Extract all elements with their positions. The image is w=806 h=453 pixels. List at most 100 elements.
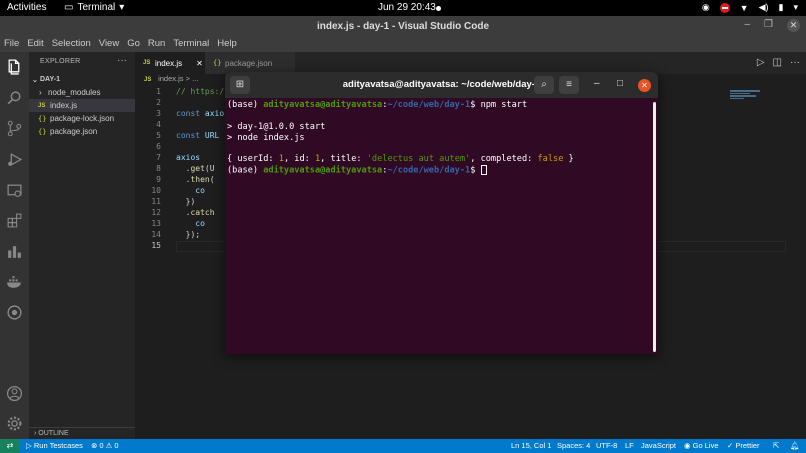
go-live-button[interactable]: ◉ Go Live — [684, 441, 719, 450]
settings-sync-icon[interactable] — [6, 304, 23, 321]
more-actions-icon[interactable]: ··· — [117, 55, 127, 66]
gear-icon[interactable] — [6, 415, 23, 432]
source-control-icon[interactable] — [6, 120, 23, 137]
system-tray[interactable]: ◉ ▼ ◀) ▮ ▾ — [702, 2, 798, 13]
line-number: 15 — [151, 241, 161, 250]
line-number: 2 — [156, 98, 161, 107]
line-ending[interactable]: LF — [625, 441, 634, 450]
minimize-button[interactable]: – — [744, 19, 750, 32]
prompt-env: (base) — [227, 100, 264, 110]
outline-section[interactable]: › OUTLINE — [29, 427, 135, 439]
menu-file[interactable]: File — [4, 38, 19, 52]
problems-indicator[interactable]: ⊗ 0 ⚠ 0 — [91, 441, 119, 450]
search-icon[interactable] — [6, 90, 23, 107]
clock[interactable]: Jun 29 20:43 — [378, 2, 436, 13]
code-line: const URL — [176, 131, 219, 140]
activity-bar — [0, 52, 29, 439]
tree-item-node-modules[interactable]: › node_modules — [29, 86, 135, 99]
discord-icon[interactable]: ◉ — [702, 2, 710, 13]
prompt-user: adityavatsa@adityavatsa — [263, 165, 383, 176]
more-actions-icon[interactable]: ··· — [790, 57, 800, 68]
menu-terminal[interactable]: Terminal — [173, 38, 209, 52]
terminal-window[interactable]: ⊞ adityavatsa@adityavatsa: ~/code/web/da… — [225, 72, 658, 354]
split-editor-icon[interactable]: ◫ — [773, 57, 782, 68]
bell-icon[interactable]: 🔔︎ — [790, 441, 800, 450]
line-number: 1 — [156, 87, 161, 96]
close-button[interactable]: ✕ — [787, 19, 800, 32]
minimap[interactable] — [730, 90, 770, 110]
menu-selection[interactable]: Selection — [52, 38, 91, 52]
docker-icon[interactable] — [6, 274, 23, 291]
code-line: .then( — [176, 175, 215, 184]
tree-item-package-lock[interactable]: {} package-lock.json — [29, 112, 135, 125]
menu-run[interactable]: Run — [148, 38, 165, 52]
maximize-button[interactable]: □ — [617, 78, 623, 89]
prettier-status[interactable]: ✓ Prettier — [727, 441, 760, 450]
command-text: npm start — [480, 100, 528, 110]
charts-icon[interactable] — [6, 243, 23, 260]
prompt-user: adityavatsa@adityavatsa — [263, 100, 383, 110]
extensions-icon[interactable] — [6, 212, 23, 229]
code-line: }) — [176, 197, 196, 206]
output-token: 'delectus aut autem' — [366, 154, 471, 164]
tree-item-package-json[interactable]: {} package.json — [29, 125, 135, 138]
run-testcases-button[interactable]: ▷ Run Testcases — [26, 441, 83, 450]
feedback-icon[interactable]: ⇱ — [773, 441, 779, 450]
terminal-headerbar[interactable]: ⊞ adityavatsa@adityavatsa: ~/code/web/da… — [225, 72, 658, 98]
close-button[interactable]: ✕ — [638, 79, 651, 92]
hamburger-menu-icon[interactable]: ≡ — [559, 76, 579, 94]
prompt-dollar: $ — [470, 165, 481, 176]
app-menu[interactable]: ▭ Terminal ▾ — [64, 2, 124, 13]
line-number: 12 — [151, 208, 161, 217]
cursor-position[interactable]: Ln 15, Col 1 — [511, 441, 551, 450]
remote-indicator-icon[interactable]: ⇄ — [0, 439, 20, 453]
close-icon[interactable]: ✕ — [196, 59, 203, 68]
chevron-down-icon: ⌄ — [32, 76, 38, 84]
terminal-output[interactable]: (base) adityavatsa@adityavatsa:~/code/we… — [225, 98, 658, 354]
chevron-right-icon: › — [34, 430, 37, 437]
tree-item-label: node_modules — [48, 88, 101, 97]
minimize-button[interactable]: – — [594, 78, 600, 89]
tab-index-js[interactable]: JS index.js ✕ — [135, 52, 205, 74]
output-token: , title: — [320, 154, 367, 164]
encoding[interactable]: UTF-8 — [596, 441, 617, 450]
explorer-icon[interactable] — [6, 58, 23, 75]
tab-label: index.js — [155, 58, 183, 68]
activities-button[interactable]: Activities — [7, 2, 46, 13]
output-token: } — [563, 154, 574, 164]
line-number: 9 — [156, 175, 161, 184]
menu-view[interactable]: View — [99, 38, 119, 52]
code-line: .get(U — [176, 164, 215, 173]
account-icon[interactable] — [6, 385, 23, 402]
code-token: URL — [200, 131, 220, 140]
tree-item-index-js[interactable]: JS index.js — [29, 99, 135, 112]
chevron-down-icon: ▾ — [119, 2, 125, 13]
line-number: 3 — [156, 109, 161, 118]
line-number: 7 — [156, 153, 161, 162]
remote-explorer-icon[interactable] — [6, 182, 23, 199]
maximize-button[interactable]: ❐ — [764, 19, 773, 32]
prompt-dollar: $ — [470, 100, 481, 110]
terminal-scrollbar[interactable] — [653, 102, 656, 352]
indentation[interactable]: Spaces: 4 — [557, 441, 590, 450]
line-number: 4 — [156, 120, 161, 129]
chevron-right-icon: › — [39, 88, 42, 97]
notification-dot — [436, 6, 441, 11]
folder-root[interactable]: ⌄ DAY-1 — [29, 73, 135, 86]
run-code-icon[interactable]: ▷ — [757, 57, 765, 68]
json-file-icon: {} — [38, 114, 47, 123]
battery-icon: ▮ — [778, 2, 784, 12]
search-icon[interactable]: ⌕ — [534, 76, 554, 94]
tab-package-json[interactable]: {} package.json — [205, 52, 295, 74]
line-number: 11 — [151, 197, 161, 206]
menu-help[interactable]: Help — [217, 38, 237, 52]
dnd-icon[interactable] — [719, 2, 730, 13]
code-token: . — [176, 164, 191, 173]
code-line: co — [176, 186, 205, 195]
code-line: axios — [176, 153, 201, 162]
menu-go[interactable]: Go — [127, 38, 140, 52]
prompt-path: ~/code/web/day-1 — [387, 100, 471, 110]
language-mode[interactable]: JavaScript — [641, 441, 676, 450]
run-debug-icon[interactable] — [6, 151, 23, 168]
menu-edit[interactable]: Edit — [27, 38, 43, 52]
